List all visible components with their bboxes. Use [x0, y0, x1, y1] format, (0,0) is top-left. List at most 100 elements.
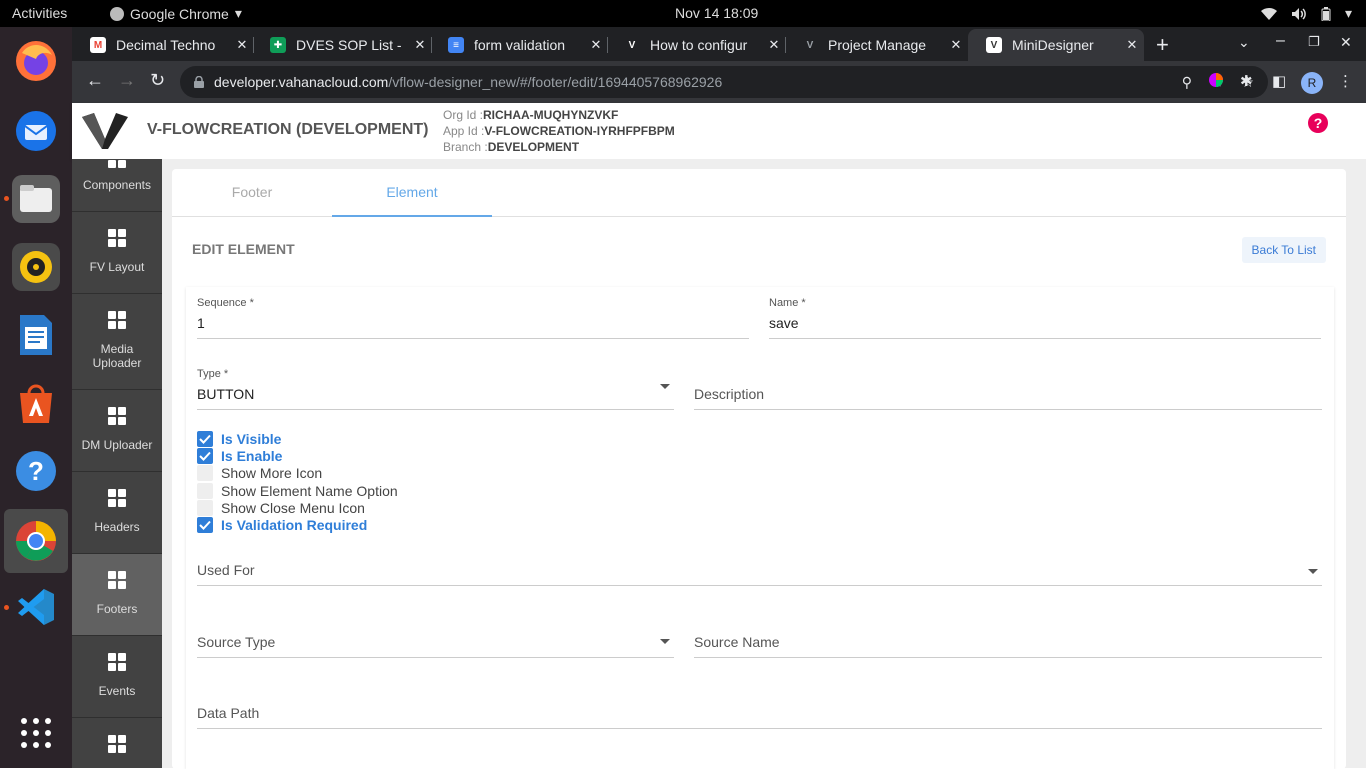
chevron-down-icon: ▾ [234, 5, 242, 21]
sidebar-item-components[interactable]: Components [72, 159, 162, 212]
grid-icon [108, 653, 126, 671]
clock[interactable]: Nov 14 18:09 [675, 5, 758, 21]
checkbox-box [197, 482, 213, 499]
activities-button[interactable]: Activities [12, 5, 67, 21]
branch-value: DEVELOPMENT [487, 140, 580, 154]
close-icon[interactable]: ✕ [408, 37, 432, 53]
svg-text:?: ? [28, 456, 44, 486]
grid-icon [108, 159, 126, 168]
wifi-icon [1260, 7, 1277, 20]
browser-tab[interactable]: V How to configur ✕ [606, 29, 786, 61]
sidebar-item-events[interactable]: Events [72, 636, 162, 718]
sidebar-item-more[interactable] [72, 718, 162, 768]
type-select[interactable]: Type * BUTTON [197, 368, 674, 410]
checkbox-label: Show More Icon [221, 464, 323, 481]
show-more-icon-checkbox[interactable]: Show More Icon [197, 464, 322, 481]
side-panel-icon[interactable]: ◧ [1272, 72, 1286, 90]
new-tab-button[interactable]: + [1156, 32, 1169, 58]
close-icon[interactable]: ✕ [762, 37, 786, 53]
close-icon[interactable]: ✕ [584, 37, 608, 53]
tab-footer[interactable]: Footer [172, 169, 332, 217]
used-for-select[interactable]: Used For [197, 551, 1322, 586]
vscode-icon[interactable] [12, 583, 60, 631]
writer-icon[interactable] [12, 311, 60, 359]
close-icon[interactable]: ✕ [1120, 37, 1144, 53]
show-apps-icon[interactable] [12, 709, 60, 757]
checkbox-label: Is Validation Required [221, 516, 368, 533]
checkmark-icon [197, 516, 213, 533]
sidebar-item-label: Events [98, 684, 136, 698]
sidebar-item-footers[interactable]: Footers [72, 554, 162, 636]
sheets-icon: ✚ [270, 37, 286, 53]
reload-icon[interactable]: ↻ [150, 70, 165, 91]
color-extension-icon[interactable] [1208, 72, 1224, 92]
files-icon[interactable] [12, 175, 60, 223]
sequence-field[interactable]: Sequence * 1 [197, 297, 749, 339]
back-to-list-button[interactable]: Back To List [1241, 237, 1326, 263]
lock-icon [194, 76, 204, 88]
editor-tabs: Footer Element [172, 169, 1346, 217]
sidebar-item-fv-layout[interactable]: FV Layout [72, 212, 162, 294]
app-id-value: V-FLOWCREATION-IYRHFPFBPM [484, 124, 675, 138]
browser-tab[interactable]: M Decimal Techno ✕ [72, 29, 254, 61]
main-content: Footer Element EDIT ELEMENT Back To List… [162, 159, 1366, 769]
blocked-icon[interactable]: ⚲ [1182, 66, 1192, 98]
name-label: Name * [769, 297, 806, 309]
firefox-icon[interactable] [12, 37, 60, 85]
is-validation-required-checkbox[interactable]: Is Validation Required [197, 516, 367, 533]
checkbox-label: Show Close Menu Icon [221, 499, 365, 516]
source-type-select[interactable]: Source Type [197, 623, 674, 658]
sidebar-item-label: Headers [94, 520, 140, 534]
maximize-button[interactable]: ❐ [1308, 34, 1320, 50]
sidebar-item-media-uploader[interactable]: Media Uploader [72, 294, 162, 390]
tab-title: How to configur [650, 37, 748, 53]
sidebar-item-label: Media Uploader [92, 342, 142, 370]
address-bar[interactable]: developer.vahanacloud.com/vflow-designer… [180, 66, 1268, 98]
is-enable-checkbox[interactable]: Is Enable [197, 447, 282, 464]
browser-tab-active[interactable]: V MiniDesigner ✕ [968, 29, 1144, 61]
source-name-field[interactable]: Source Name [694, 623, 1322, 658]
running-indicator [4, 196, 9, 201]
tab-element[interactable]: Element [332, 169, 492, 217]
show-element-name-option-checkbox[interactable]: Show Element Name Option [197, 482, 398, 499]
forward-arrow-icon[interactable]: → [118, 70, 136, 91]
app-menu[interactable]: Google Chrome ▾ [110, 5, 242, 22]
extensions-puzzle-icon[interactable]: ✱ [1240, 72, 1253, 90]
gmail-icon: M [90, 37, 106, 53]
close-icon[interactable]: ✕ [230, 37, 254, 53]
close-icon[interactable]: ✕ [944, 37, 968, 53]
minimize-button[interactable]: – [1276, 32, 1285, 50]
help-icon[interactable]: ? [1308, 113, 1328, 133]
browser-tab[interactable]: ✚ DVES SOP List - ✕ [252, 29, 432, 61]
thunderbird-icon[interactable] [12, 107, 60, 155]
description-field[interactable]: Description [694, 368, 1322, 410]
rhythmbox-icon[interactable] [12, 243, 60, 291]
vahana-icon: V [986, 37, 1002, 53]
sidebar-item-headers[interactable]: Headers [72, 472, 162, 554]
show-close-menu-icon-checkbox[interactable]: Show Close Menu Icon [197, 499, 365, 516]
element-form: Sequence * 1 Name * save Type * BUTTON D… [186, 287, 1334, 769]
tab-strip: M Decimal Techno ✕ ✚ DVES SOP List - ✕ ≡ form… [72, 27, 1366, 61]
tab-search-icon[interactable]: ⌄ [1238, 34, 1250, 51]
browser-tab[interactable]: ≡ form validation ✕ [430, 29, 608, 61]
menu-dots-icon[interactable]: ⋮ [1338, 72, 1353, 90]
browser-tab[interactable]: V Project Manage ✕ [784, 29, 968, 61]
name-field[interactable]: Name * save [769, 297, 1321, 339]
running-indicator [4, 605, 9, 610]
close-window-button[interactable]: ✕ [1340, 34, 1352, 51]
sequence-value: 1 [197, 315, 205, 331]
app-center-icon[interactable] [12, 379, 60, 427]
tab-title: Project Manage [828, 37, 927, 53]
back-arrow-icon[interactable]: ← [86, 70, 104, 91]
profile-avatar[interactable]: R [1301, 72, 1323, 94]
data-path-field[interactable]: Data Path [197, 694, 1322, 729]
chrome-icon[interactable] [4, 509, 68, 573]
help-icon[interactable]: ? [12, 447, 60, 495]
org-label: Org Id : [443, 108, 484, 122]
dock: ? [0, 27, 72, 768]
grid-icon [108, 407, 126, 425]
system-tray[interactable]: ▾ [1260, 5, 1352, 22]
is-visible-checkbox[interactable]: Is Visible [197, 430, 281, 447]
sidebar-item-dm-uploader[interactable]: DM Uploader [72, 390, 162, 472]
chevron-down-icon [660, 639, 670, 644]
